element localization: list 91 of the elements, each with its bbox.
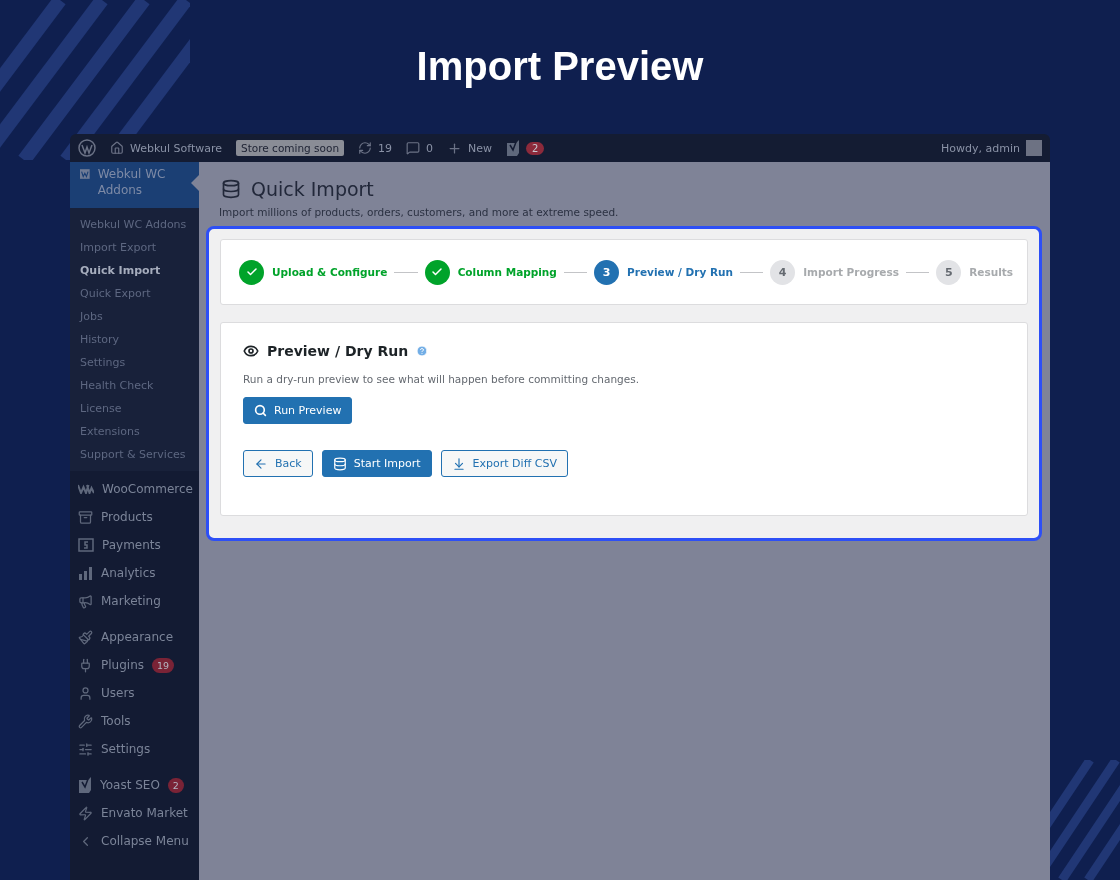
bolt-icon xyxy=(78,805,93,821)
menu-label: Settings xyxy=(101,742,151,756)
menu-label: Analytics xyxy=(101,566,156,580)
menu-label: Payments xyxy=(102,538,161,552)
panel-description: Run a dry-run preview to see what will happen before committing changes. xyxy=(243,373,640,385)
page-title: Import Preview xyxy=(416,44,704,90)
menu-item[interactable]: Users xyxy=(70,679,199,707)
plus-icon[interactable] xyxy=(447,140,463,156)
store-status-badge[interactable]: Store coming soon xyxy=(236,140,345,156)
menu-label: Users xyxy=(101,686,135,700)
count-badge: 19 xyxy=(152,657,175,673)
menu-label: Collapse Menu xyxy=(101,834,189,848)
dollar-card-icon xyxy=(78,538,94,552)
updates-count: 19 xyxy=(378,141,393,155)
yoast-logo-icon xyxy=(78,777,92,793)
action-button[interactable]: Export Diff CSV xyxy=(440,450,568,477)
submenu-item[interactable]: Quick Import xyxy=(70,259,199,282)
page-subtitle: Import millions of products, orders, customers, and more at extreme speed. xyxy=(219,206,620,218)
help-icon[interactable] xyxy=(416,345,429,357)
menu-item[interactable]: Tools xyxy=(70,707,199,735)
submenu-item[interactable]: License xyxy=(70,397,199,420)
step-label: Preview / Dry Run xyxy=(627,266,733,278)
action-button[interactable]: Back xyxy=(243,450,313,477)
menu-item[interactable]: Analytics xyxy=(70,559,199,587)
page-heading: Quick Import xyxy=(251,178,374,200)
menu-label: Tools xyxy=(101,714,131,728)
home-icon[interactable] xyxy=(110,141,124,155)
sliders-icon xyxy=(78,741,93,757)
menu-item[interactable]: Settings xyxy=(70,735,199,763)
submenu-item[interactable]: Webkul WC Addons xyxy=(70,213,199,236)
menu-label: Plugins xyxy=(101,658,144,672)
step-label: Column Mapping xyxy=(457,266,557,278)
menu-label: Marketing xyxy=(101,594,161,608)
submenu-item[interactable]: Extensions xyxy=(70,420,199,443)
menu-item[interactable]: Appearance xyxy=(70,623,199,651)
step-circle: 4 xyxy=(770,259,796,285)
menu-item[interactable]: Plugins 19 xyxy=(70,651,199,679)
menu-label: Yoast SEO xyxy=(100,778,160,792)
greeting-link[interactable]: Howdy, admin xyxy=(941,141,1020,155)
submenu-item[interactable]: Quick Export xyxy=(70,282,199,305)
step-label: Upload & Configure xyxy=(272,266,388,278)
comments-count: 0 xyxy=(426,141,434,155)
menu-item[interactable]: Payments xyxy=(70,531,199,559)
panel-title: Preview / Dry Run xyxy=(267,343,409,359)
wrench-icon xyxy=(78,713,93,729)
plug-icon xyxy=(78,657,93,673)
submenu-item[interactable]: Jobs xyxy=(70,305,199,328)
menu-item[interactable]: Collapse Menu xyxy=(70,827,199,855)
eye-icon xyxy=(243,343,259,359)
comment-icon[interactable] xyxy=(406,141,421,155)
paintbrush-icon xyxy=(78,629,93,645)
check-icon xyxy=(431,266,444,278)
submenu-item[interactable]: History xyxy=(70,328,199,351)
menu-label: WooCommerce xyxy=(102,482,193,496)
step-label: Import Progress xyxy=(803,266,899,278)
menu-label: Envato Market xyxy=(101,806,188,820)
menu-item[interactable]: Yoast SEO 2 xyxy=(70,771,199,799)
wordpress-logo-icon[interactable] xyxy=(78,139,96,157)
user-icon xyxy=(78,685,93,701)
menu-label: Appearance xyxy=(101,630,174,644)
submenu-item[interactable]: Settings xyxy=(70,351,199,374)
submenu-item[interactable]: Support & Services xyxy=(70,443,199,466)
current-menu-item[interactable]: Webkul WC Addons xyxy=(70,162,199,208)
bar-chart-icon xyxy=(78,566,93,580)
check-icon xyxy=(245,266,258,278)
submenu-item[interactable]: Import Export xyxy=(70,236,199,259)
menu-item[interactable]: WooCommerce xyxy=(70,475,199,503)
menu-item[interactable]: Products xyxy=(70,503,199,531)
yoast-logo-icon xyxy=(506,140,521,156)
w-logo-icon xyxy=(80,168,90,180)
new-link[interactable]: New xyxy=(468,141,493,155)
database-icon xyxy=(332,456,347,471)
site-name-link[interactable]: Webkul Software xyxy=(130,141,223,155)
megaphone-icon xyxy=(78,593,93,609)
count-badge: 2 xyxy=(167,777,184,793)
menu-item[interactable]: Envato Market xyxy=(70,799,199,827)
submenu-item[interactable]: Health Check xyxy=(70,374,199,397)
download-icon xyxy=(451,456,466,471)
step-circle: 3 xyxy=(594,259,620,285)
action-button[interactable]: Start Import xyxy=(321,450,432,477)
search-icon xyxy=(254,404,267,417)
notification-badge: 2 xyxy=(526,141,545,155)
woo-logo-icon xyxy=(78,484,94,494)
menu-label: Products xyxy=(101,510,153,524)
step-label: Results xyxy=(969,266,1013,278)
menu-item[interactable]: Marketing xyxy=(70,587,199,615)
archive-icon xyxy=(78,509,93,525)
database-icon xyxy=(221,179,241,199)
updates-icon[interactable] xyxy=(358,141,373,155)
run-preview-button[interactable]: Run Preview xyxy=(243,397,353,424)
step-circle: 5 xyxy=(936,259,962,285)
